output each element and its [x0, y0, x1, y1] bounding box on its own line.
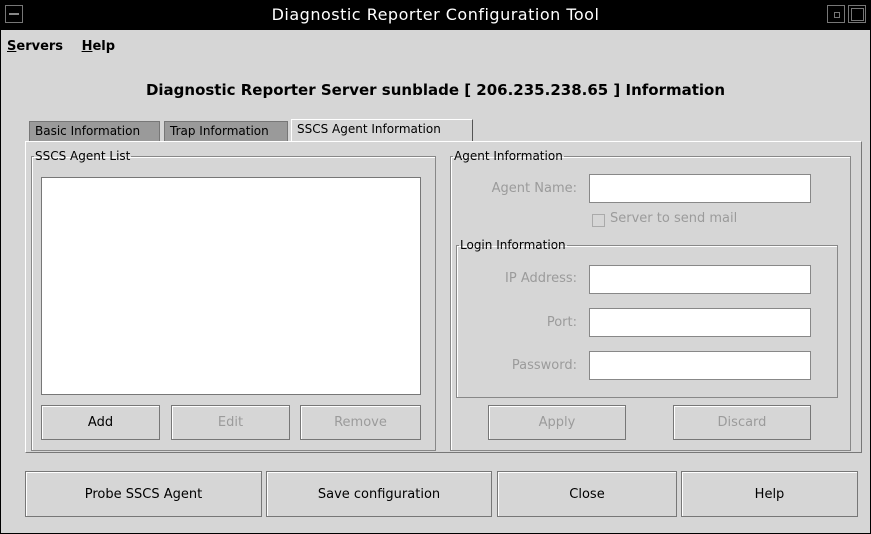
port-label: Port:: [546, 315, 577, 330]
ip-address-label: IP Address:: [505, 271, 577, 286]
maximize-button[interactable]: [848, 5, 866, 23]
window-title: Diagnostic Reporter Configuration Tool: [271, 5, 600, 24]
menu-servers[interactable]: Servers: [7, 39, 63, 54]
maximize-icon: [851, 8, 864, 21]
server-send-mail-label: Server to send mail: [610, 211, 738, 226]
login-info-title: Login Information: [460, 238, 566, 252]
agent-list-title: SSCS Agent List: [35, 149, 131, 163]
title-bar[interactable]: Diagnostic Reporter Configuration Tool: [1, 1, 870, 30]
main-window: Diagnostic Reporter Configuration Tool S…: [0, 0, 871, 534]
tab-trap-information[interactable]: Trap Information: [164, 121, 288, 141]
apply-button[interactable]: Apply: [488, 405, 626, 440]
port-field[interactable]: [589, 308, 811, 337]
server-send-mail-checkbox[interactable]: [592, 214, 605, 227]
menu-bar: Servers Help: [7, 39, 129, 54]
menu-help[interactable]: Help: [82, 39, 115, 54]
tab-basic-information[interactable]: Basic Information: [29, 121, 160, 141]
agent-info-title: Agent Information: [454, 149, 563, 163]
password-label: Password:: [511, 358, 577, 373]
ip-address-field[interactable]: [589, 265, 811, 294]
close-button[interactable]: Close: [497, 471, 677, 517]
page-title: Diagnostic Reporter Server sunblade [ 20…: [145, 81, 726, 99]
minimize-icon: [834, 12, 840, 18]
agent-list[interactable]: [41, 177, 421, 395]
edit-button[interactable]: Edit: [171, 405, 290, 440]
tab-sscs-agent-information[interactable]: SSCS Agent Information: [291, 119, 473, 142]
discard-button[interactable]: Discard: [673, 405, 811, 440]
remove-button[interactable]: Remove: [300, 405, 421, 440]
save-configuration-button[interactable]: Save configuration: [266, 471, 492, 517]
probe-sscs-agent-button[interactable]: Probe SSCS Agent: [25, 471, 262, 517]
agent-name-label: Agent Name:: [491, 181, 577, 196]
add-button[interactable]: Add: [41, 405, 160, 440]
help-button[interactable]: Help: [681, 471, 858, 517]
agent-name-field[interactable]: [589, 174, 811, 203]
minimize-button[interactable]: [827, 5, 845, 23]
password-field[interactable]: [589, 351, 811, 380]
